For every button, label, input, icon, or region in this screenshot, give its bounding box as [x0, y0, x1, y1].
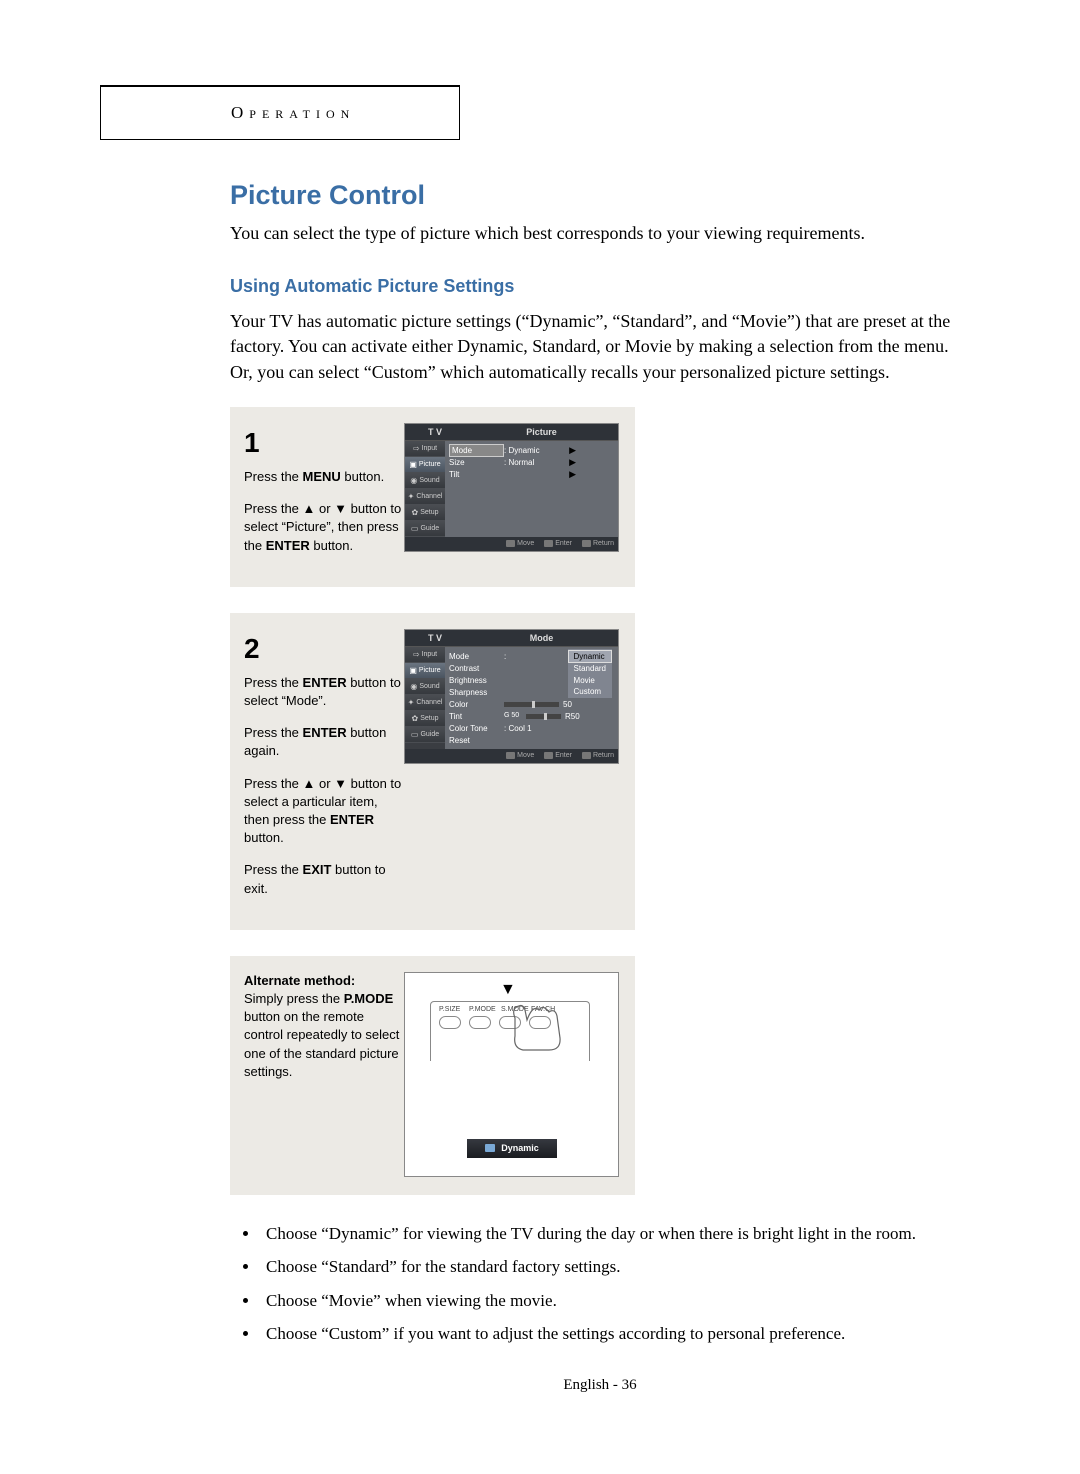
step-1-p1: Press the MENU button.	[244, 468, 404, 486]
osd-side-guide: ▭Guide	[405, 521, 445, 537]
step-2-box: 2 Press the ENTER button to select “Mode…	[230, 613, 635, 930]
section-header-box: Operation	[100, 85, 460, 140]
bullet-movie: Choose “Movie” when viewing the movie.	[260, 1288, 970, 1314]
bullet-custom: Choose “Custom” if you want to adjust th…	[260, 1321, 970, 1347]
step-1-box: 1 Press the MENU button. Press the ▲ or …	[230, 407, 635, 587]
osd-main: Mode: Dynamic▶ Size: Normal▶ Tilt▶	[445, 441, 618, 537]
bullet-list: Choose “Dynamic” for viewing the TV duri…	[260, 1221, 970, 1347]
osd-row-size: Size: Normal▶	[449, 456, 614, 468]
osd2-top-left: T V	[405, 630, 465, 647]
alt-method-box: Alternate method: Simply press the P.MOD…	[230, 956, 635, 1195]
osd-title: Picture	[465, 424, 618, 441]
osd-mode-menu: T V Mode ⇨Input ▣Picture ◉Sound ✦Channel…	[404, 629, 619, 764]
osd-side-channel: ✦Channel	[405, 489, 445, 505]
alt-method-text: Alternate method: Simply press the P.MOD…	[244, 972, 404, 1095]
bullet-dynamic: Choose “Dynamic” for viewing the TV duri…	[260, 1221, 970, 1247]
page-footer: English - 36	[230, 1377, 970, 1394]
hand-icon	[505, 998, 575, 1053]
osd2-sidebar: ⇨Input ▣Picture ◉Sound ✦Channel ✿Setup ▭…	[405, 647, 445, 749]
osd-foot-enter: Enter	[544, 539, 572, 549]
mode-badge: Dynamic	[467, 1139, 557, 1158]
step-2-number: 2	[244, 629, 404, 668]
remote-btn-pmode	[469, 1016, 491, 1029]
intro-text: You can select the type of picture which…	[230, 221, 970, 246]
osd-side-picture: ▣Picture	[405, 457, 445, 473]
popup-movie: Movie	[568, 675, 612, 686]
step-2-p2: Press the ENTER button again.	[244, 724, 404, 760]
step-1-number: 1	[244, 423, 404, 462]
page-title: Picture Control	[230, 180, 970, 211]
page-content: Picture Control You can select the type …	[0, 0, 1080, 1434]
popup-custom: Custom	[568, 686, 612, 697]
mode-popup: Dynamic Standard Movie Custom	[568, 649, 612, 698]
alt-method-illustration: ▼ P.SIZE P.MODE S.MODE FAV.CH	[404, 972, 619, 1177]
osd-sidebar: ⇨Input ▣Picture ◉Sound ✦Channel ✿Setup ▭…	[405, 441, 445, 537]
osd-foot-move: Move	[506, 539, 534, 549]
step-1-p2: Press the ▲ or ▼ button to select “Pictu…	[244, 500, 404, 555]
alt-method-p: Alternate method: Simply press the P.MOD…	[244, 972, 404, 1081]
osd2-title: Mode	[465, 630, 618, 647]
osd-side-setup: ✿Setup	[405, 505, 445, 521]
remote-label-pmode: P.MODE	[469, 1005, 496, 1015]
step-2-p3: Press the ▲ or ▼ button to select a part…	[244, 775, 404, 848]
step-2-p4: Press the EXIT button to exit.	[244, 861, 404, 897]
osd-picture-menu: T V Picture ⇨Input ▣Picture ◉Sound ✦Chan…	[404, 423, 619, 552]
osd-footer: Move Enter Return	[405, 537, 618, 551]
step-2-text: 2 Press the ENTER button to select “Mode…	[244, 629, 404, 912]
osd-top-left: T V	[405, 424, 465, 441]
osd-row-mode: Mode: Dynamic▶	[449, 444, 614, 456]
remote-illustration: ▼ P.SIZE P.MODE S.MODE FAV.CH	[404, 972, 619, 1177]
step-1-text: 1 Press the MENU button. Press the ▲ or …	[244, 423, 404, 569]
osd-side-input: ⇨Input	[405, 441, 445, 457]
body-paragraph: Your TV has automatic picture settings (…	[230, 309, 970, 385]
osd2-main: Dynamic Standard Movie Custom Mode: Cont…	[445, 647, 618, 749]
popup-dynamic: Dynamic	[568, 650, 612, 663]
step-2-osd: T V Mode ⇨Input ▣Picture ◉Sound ✦Channel…	[404, 629, 619, 764]
mode-badge-label: Dynamic	[501, 1142, 539, 1155]
bullet-standard: Choose “Standard” for the standard facto…	[260, 1254, 970, 1280]
subheading: Using Automatic Picture Settings	[230, 276, 970, 297]
section-header: Operation	[231, 103, 355, 123]
osd2-footer: Move Enter Return	[405, 749, 618, 763]
popup-standard: Standard	[568, 663, 612, 674]
remote-btn-psize	[439, 1016, 461, 1029]
osd-row-tilt: Tilt▶	[449, 468, 614, 480]
step-2-p1: Press the ENTER button to select “Mode”.	[244, 674, 404, 710]
step-1-osd: T V Picture ⇨Input ▣Picture ◉Sound ✦Chan…	[404, 423, 619, 552]
remote-label-psize: P.SIZE	[439, 1005, 460, 1015]
osd-foot-return: Return	[582, 539, 614, 549]
osd-side-sound: ◉Sound	[405, 473, 445, 489]
